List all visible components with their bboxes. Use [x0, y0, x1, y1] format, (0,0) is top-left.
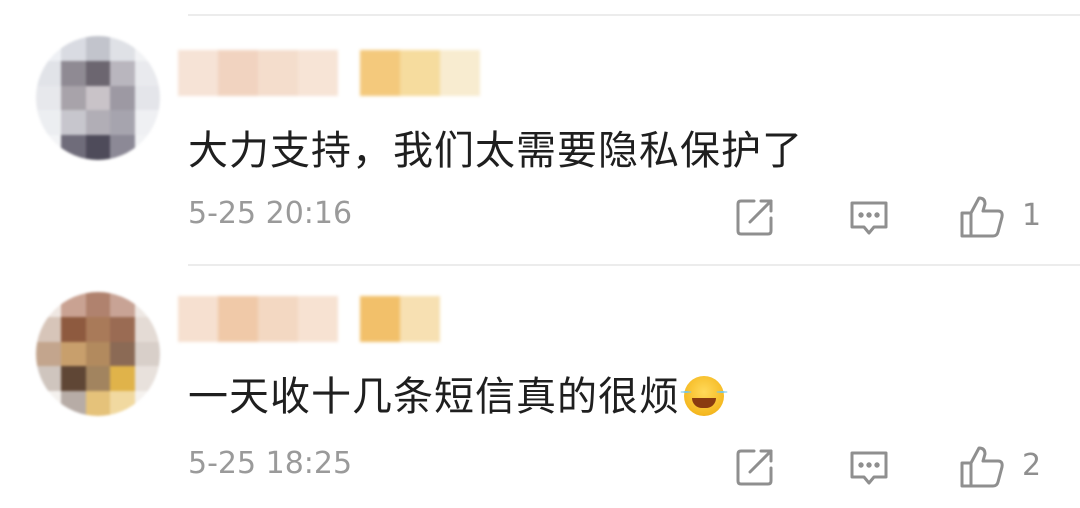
username-pixel	[400, 296, 440, 342]
avatar-pixel	[85, 60, 111, 86]
avatar-pixel	[60, 391, 86, 416]
username-pixel	[178, 50, 218, 96]
avatar-pixel	[36, 60, 61, 86]
avatar-pixel	[36, 292, 61, 317]
avatar-pixel	[135, 110, 160, 136]
username-pixel	[258, 296, 298, 342]
avatar[interactable]	[36, 36, 160, 160]
avatar-pixel	[110, 391, 136, 416]
avatar-pixel	[110, 292, 136, 317]
avatar-pixel	[135, 366, 160, 392]
avatar-pixel	[135, 85, 160, 111]
avatar-pixel	[135, 341, 160, 367]
comment-divider	[188, 264, 1080, 266]
top-divider	[188, 14, 1080, 16]
avatar-pixel	[110, 36, 136, 61]
avatar-pixel	[36, 366, 61, 392]
avatar-pixel	[36, 36, 61, 61]
comment-text: 大力支持，我们太需要隐私保护了	[188, 128, 803, 174]
avatar-pixel	[36, 135, 61, 160]
username-pixel	[218, 50, 258, 96]
username-pixel	[298, 50, 338, 96]
avatar-pixel	[36, 391, 61, 416]
avatar-pixel	[36, 341, 61, 367]
comment-text-content: 一天收十几条短信真的很烦	[188, 374, 680, 420]
avatar-pixel	[36, 316, 61, 342]
avatar-pixel	[60, 110, 86, 136]
like-count: 2	[1022, 448, 1042, 483]
avatar-pixel	[36, 110, 61, 136]
avatar-pixel	[110, 110, 136, 136]
avatar-pixel	[110, 60, 136, 86]
username-blurred[interactable]	[178, 296, 440, 342]
username-pixel	[360, 296, 400, 342]
avatar-pixel	[110, 341, 136, 367]
username-pixel	[440, 50, 480, 96]
avatar-pixel	[85, 135, 111, 160]
avatar-pixel	[60, 60, 86, 86]
avatar-pixel	[60, 316, 86, 342]
comment-actions: 1	[0, 190, 1080, 246]
avatar-pixel	[135, 60, 160, 86]
avatar-pixel	[36, 85, 61, 111]
avatar-pixel	[135, 135, 160, 160]
avatar-pixel	[135, 36, 160, 61]
username-pixel	[218, 296, 258, 342]
thumbs-up-icon[interactable]	[958, 194, 1006, 240]
username-pixel	[258, 50, 298, 96]
avatar-pixel	[135, 316, 160, 342]
avatar-pixel	[60, 366, 86, 392]
username-pixel	[338, 296, 360, 342]
avatar-pixel	[60, 85, 86, 111]
avatar[interactable]	[36, 292, 160, 416]
share-icon[interactable]	[734, 446, 776, 488]
avatar-pixel	[60, 36, 86, 61]
laugh-cry-emoji-icon	[680, 376, 728, 416]
share-icon[interactable]	[734, 196, 776, 238]
avatar-pixel	[110, 85, 136, 111]
thumbs-up-icon[interactable]	[958, 444, 1006, 490]
comment-actions: 2	[0, 440, 1080, 496]
avatar-pixel	[60, 292, 86, 317]
username-pixel	[178, 296, 218, 342]
avatar-pixel	[85, 316, 111, 342]
username-pixel	[298, 296, 338, 342]
username-pixel	[360, 50, 400, 96]
avatar-pixel	[110, 366, 136, 392]
avatar-pixel	[110, 316, 136, 342]
username-pixel	[338, 50, 360, 96]
avatar-pixel	[135, 292, 160, 317]
avatar-pixel	[60, 341, 86, 367]
avatar-pixel	[85, 292, 111, 317]
comment-icon[interactable]	[848, 198, 890, 240]
username-blurred[interactable]	[178, 50, 480, 96]
avatar-pixel	[85, 391, 111, 416]
avatar-pixel	[135, 391, 160, 416]
avatar-pixel	[85, 341, 111, 367]
like-count: 1	[1022, 198, 1042, 233]
avatar-pixel	[60, 135, 86, 160]
username-pixel	[400, 50, 440, 96]
comment-icon[interactable]	[848, 448, 890, 490]
avatar-pixel	[85, 366, 111, 392]
avatar-pixel	[85, 36, 111, 61]
avatar-pixel	[110, 135, 136, 160]
avatar-pixel	[85, 110, 111, 136]
avatar-pixel	[85, 85, 111, 111]
comment-text: 一天收十几条短信真的很烦	[188, 364, 728, 422]
